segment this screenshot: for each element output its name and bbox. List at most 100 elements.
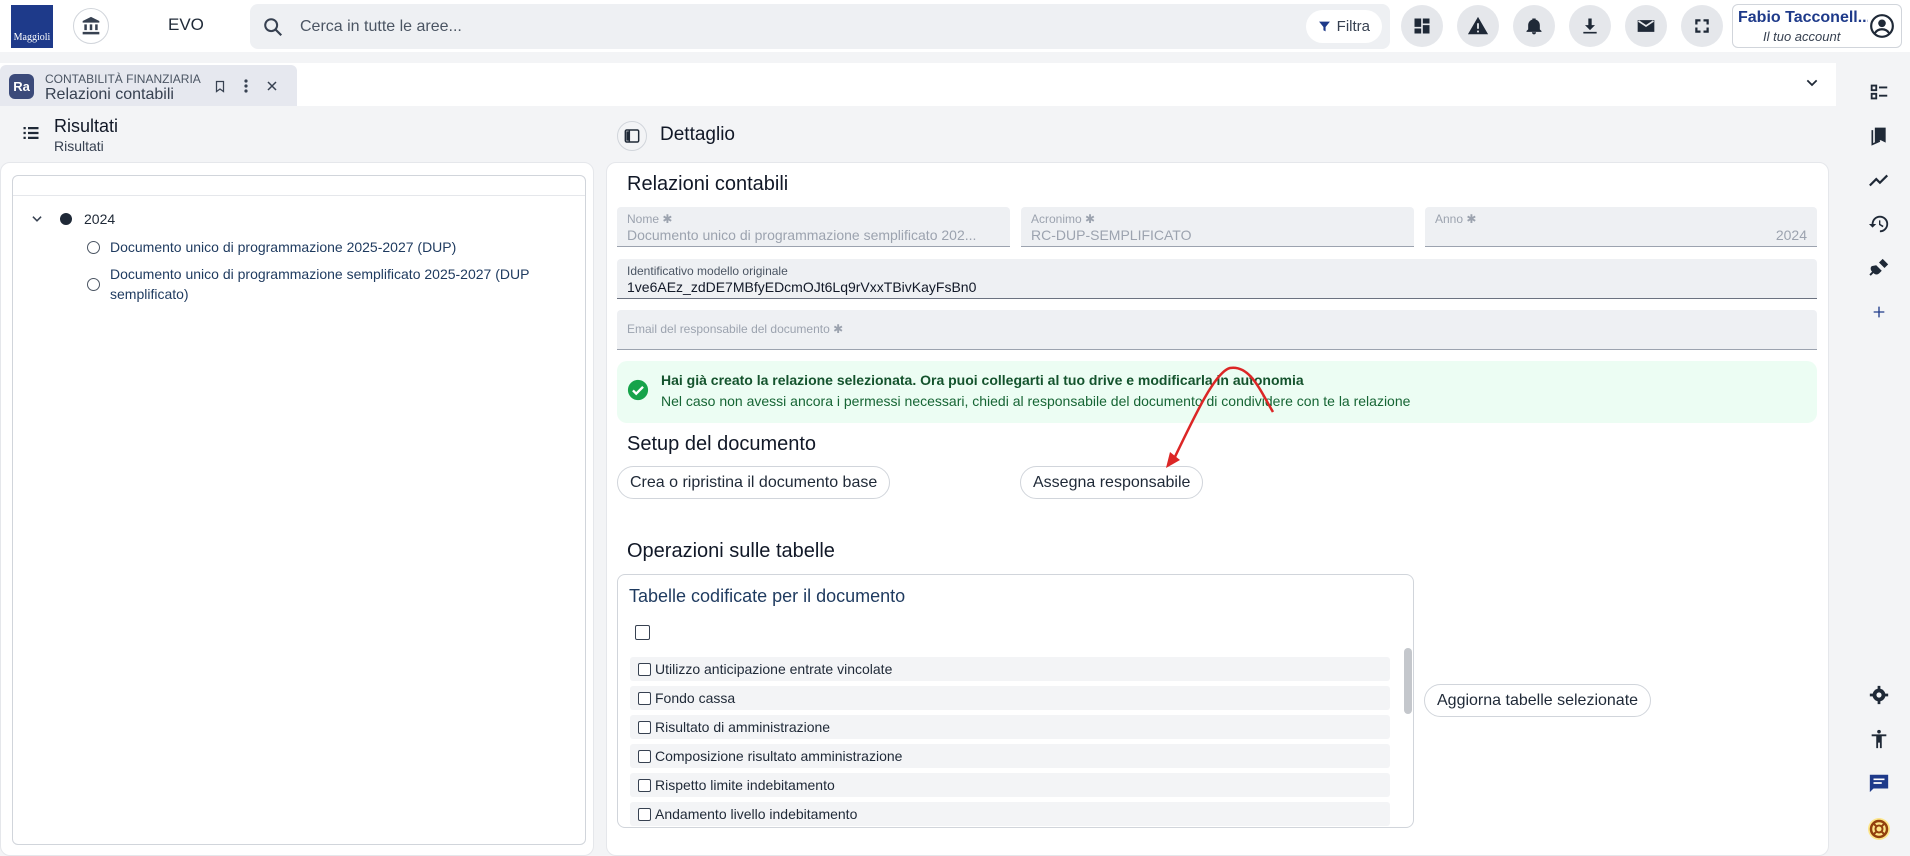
lifebuoy-icon: [1868, 818, 1890, 840]
rail-chat-button[interactable]: [1867, 771, 1891, 795]
select-all-checkbox[interactable]: [635, 625, 650, 640]
messages-button[interactable]: [1625, 5, 1667, 47]
table-row-checkbox[interactable]: [638, 778, 651, 792]
table-row-checkbox[interactable]: [638, 691, 651, 705]
tables-scrollbar[interactable]: [1404, 648, 1412, 714]
dashboard-button[interactable]: [1401, 5, 1443, 47]
fullscreen-button[interactable]: [1681, 5, 1723, 47]
table-row[interactable]: Fondo cassa: [630, 686, 1390, 710]
rail-history-button[interactable]: [1867, 212, 1891, 236]
table-row[interactable]: Composizione risultato amministrazione: [630, 744, 1390, 768]
detail-title: Dettaglio: [660, 124, 735, 145]
chat-icon: [1869, 774, 1889, 793]
tree-node-year[interactable]: 2024: [30, 211, 115, 227]
plug-icon: [1869, 258, 1889, 276]
bookmark-icon: [215, 80, 225, 93]
results-title: Risultati: [54, 116, 119, 136]
sidebar-toggle-button[interactable]: [617, 121, 647, 151]
table-row-label: Utilizzo anticipazione entrate vincolate: [655, 661, 893, 677]
tree-item-radio[interactable]: [87, 278, 100, 291]
field-nome[interactable]: Nome ✱ Documento unico di programmazione…: [617, 207, 1010, 247]
more-vert-icon: [244, 79, 248, 93]
fullscreen-icon: [1695, 19, 1709, 33]
update-selected-tables-button[interactable]: Aggiorna tabelle selezionate: [1424, 684, 1652, 717]
history-icon: [1868, 215, 1889, 233]
chevron-down-icon[interactable]: [30, 212, 44, 226]
table-row[interactable]: Utilizzo anticipazione entrate vincolate: [630, 657, 1390, 681]
user-account-button[interactable]: Fabio Tacconell... Il tuo account: [1732, 4, 1902, 48]
rail-plugin-button[interactable]: [1867, 256, 1891, 280]
table-row-label: Andamento livello indebitamento: [655, 806, 858, 822]
field-identificativo-value: 1ve6AEz_zdDE7MBfyEDcmOJt6Lq9rVxxTBivKayF…: [627, 279, 977, 295]
coded-tables-title: Tabelle codificate per il documento: [629, 586, 906, 606]
coded-tables-card: Tabelle codificate per il documento Util…: [617, 574, 1414, 828]
dashboard-icon: [1414, 18, 1430, 34]
tabs-collapse-button[interactable]: [1804, 75, 1820, 91]
tab-menu-button[interactable]: [238, 78, 254, 94]
search-icon: [264, 18, 283, 37]
rail-accessibility-button[interactable]: [1867, 727, 1891, 751]
create-base-document-button[interactable]: Crea o ripristina il documento base: [617, 466, 891, 499]
alert-title: Hai già creato la relazione selezionata.…: [661, 372, 1304, 388]
filter-button[interactable]: Filtra: [1305, 10, 1382, 43]
top-bar: Maggioli EVO Filtra Fabio Tacconell... I…: [0, 0, 1910, 52]
field-email-label: Email del responsabile del documento ✱: [627, 322, 844, 336]
tab-relazioni-contabili[interactable]: Ra CONTABILITÀ FINANZIARIA Relazioni con…: [0, 65, 297, 106]
tree-item-dup[interactable]: Documento unico di programmazione 2025-2…: [87, 237, 567, 257]
field-nome-label: Nome ✱: [627, 212, 673, 226]
table-row-label: Risultato di amministrazione: [655, 719, 831, 735]
table-row[interactable]: Andamento livello indebitamento: [630, 802, 1390, 826]
table-row[interactable]: Rispetto limite indebitamento: [630, 773, 1390, 797]
table-row-checkbox[interactable]: [638, 807, 651, 821]
home-button[interactable]: [73, 8, 109, 44]
downloads-button[interactable]: [1569, 5, 1611, 47]
section-title-relazioni: Relazioni contabili: [627, 173, 789, 195]
tab-bookmark-button[interactable]: [212, 78, 228, 94]
tree-item-dup-semplificato[interactable]: Documento unico di programmazione sempli…: [87, 264, 567, 304]
warnings-button[interactable]: [1457, 5, 1499, 47]
tree-item-label: Documento unico di programmazione 2025-2…: [110, 239, 457, 255]
field-acronimo[interactable]: Acronimo ✱ RC-DUP-SEMPLIFICATO: [1021, 207, 1414, 247]
bell-icon: [1526, 18, 1542, 35]
rail-add-button[interactable]: [1867, 300, 1891, 324]
maggioli-logo[interactable]: Maggioli: [11, 5, 53, 48]
tree-item-radio[interactable]: [87, 241, 100, 254]
search-input[interactable]: [300, 4, 1100, 49]
section-title-setup: Setup del documento: [627, 433, 817, 455]
tree-year-bullet: [60, 213, 72, 225]
download-icon: [1583, 18, 1597, 34]
filter-icon: [1318, 21, 1330, 32]
global-search: Filtra: [250, 4, 1390, 49]
results-subtitle: Risultati: [54, 138, 104, 154]
table-row[interactable]: Risultato di amministrazione: [630, 715, 1390, 739]
notifications-button[interactable]: [1513, 5, 1555, 47]
assign-responsible-button[interactable]: Assegna responsabile: [1020, 466, 1204, 499]
rail-settings-button[interactable]: [1867, 683, 1891, 707]
table-row-checkbox[interactable]: [638, 749, 651, 763]
app-name: EVO: [168, 15, 204, 34]
rail-bookmarks-button[interactable]: [1867, 124, 1891, 148]
user-name: Fabio Tacconell...: [1738, 9, 1868, 26]
field-email-responsabile[interactable]: Email del responsabile del documento ✱: [617, 310, 1817, 350]
rail-trend-button[interactable]: [1867, 168, 1891, 192]
field-nome-value: Documento unico di programmazione sempli…: [627, 227, 977, 243]
accessibility-icon: [1871, 729, 1887, 749]
alert-text: Nel caso non avessi ancora i permessi ne…: [661, 393, 1411, 409]
trending-up-icon: [1869, 174, 1889, 187]
section-title-operations: Operazioni sulle tabelle: [627, 540, 835, 562]
field-anno-value: 2024: [1775, 227, 1807, 243]
table-row-checkbox[interactable]: [638, 720, 651, 734]
table-row-label: Fondo cassa: [655, 690, 736, 706]
field-identificativo[interactable]: Identificativo modello originale 1ve6AEz…: [617, 259, 1817, 299]
tab-close-button[interactable]: [264, 78, 280, 94]
mail-icon: [1637, 20, 1655, 32]
field-anno-label: Anno ✱: [1435, 212, 1477, 226]
table-row-checkbox[interactable]: [638, 662, 651, 676]
field-anno[interactable]: Anno ✱ 2024: [1425, 207, 1817, 247]
right-rail: [1848, 52, 1910, 856]
table-row-label: Composizione risultato amministrazione: [655, 748, 903, 764]
rail-list-button[interactable]: [1867, 80, 1891, 104]
tab-strip: Ra CONTABILITÀ FINANZIARIA Relazioni con…: [0, 63, 1836, 106]
rail-support-button[interactable]: [1867, 817, 1891, 841]
bookmarks-icon: [1871, 127, 1886, 146]
